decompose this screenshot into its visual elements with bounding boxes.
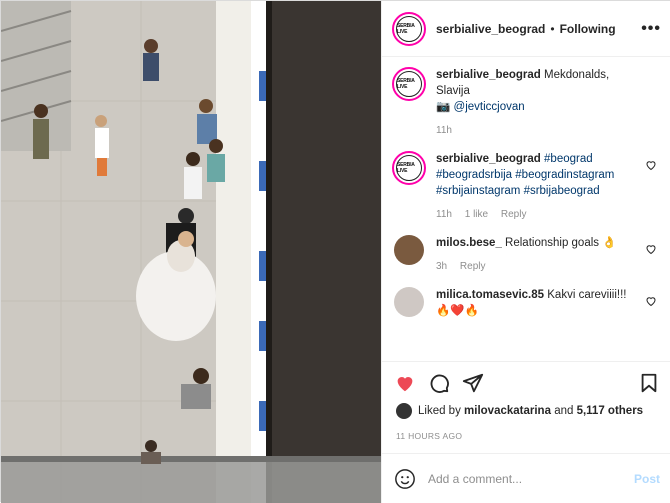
- wedding-photo-illustration: [1, 1, 381, 503]
- post-action-bar: [382, 361, 670, 403]
- comment-bubble-icon[interactable]: [428, 372, 450, 394]
- comment-username[interactable]: serbialive_beograd: [436, 153, 541, 165]
- post-comment-button[interactable]: Post: [634, 472, 660, 486]
- reply-button[interactable]: Reply: [460, 261, 486, 272]
- separator-dot: •: [550, 21, 555, 36]
- commenter-avatar[interactable]: [394, 287, 424, 317]
- author-avatar[interactable]: SERBIA LIVE: [392, 11, 426, 46]
- like-heart-icon[interactable]: [394, 372, 416, 394]
- comment-item: milica.tomasevic.85 Kakvi careviiii!!! 🔥…: [392, 287, 661, 319]
- commenter-avatar[interactable]: [394, 235, 424, 265]
- comment-item: SERBIA LIVE serbialive_beograd #beograd …: [392, 151, 661, 223]
- comment-input[interactable]: Add a comment...: [428, 472, 522, 486]
- photo-credit-link[interactable]: @jevticcjovan: [454, 101, 525, 113]
- comment-like-count[interactable]: 1 like: [465, 209, 488, 220]
- post-header: SERBIA LIVE serbialive_beograd • Followi…: [382, 1, 670, 57]
- more-options-icon[interactable]: •••: [641, 20, 661, 38]
- comment-item: milos.bese_ Relationship goals 👌 3h Repl…: [392, 235, 661, 275]
- caption-username[interactable]: serbialive_beograd: [436, 69, 541, 81]
- comment-text: Relationship goals 👌: [505, 237, 617, 249]
- likes-and: and: [554, 405, 574, 417]
- caption-time[interactable]: 11h: [436, 125, 452, 136]
- comment-username[interactable]: milos.bese_: [436, 237, 502, 249]
- comment-time[interactable]: 11h: [436, 209, 452, 220]
- liked-by-user[interactable]: milovackatarina: [464, 405, 551, 417]
- camera-icon: 📷: [436, 101, 451, 113]
- likes-summary: Liked by milovackatarina and 5,117 other…: [396, 403, 643, 419]
- reply-button[interactable]: Reply: [501, 209, 527, 220]
- emoji-smiley-icon[interactable]: [394, 468, 416, 490]
- liker-avatar[interactable]: [396, 403, 412, 419]
- comment-time[interactable]: 3h: [436, 261, 447, 272]
- author-username[interactable]: serbialive_beograd: [436, 22, 545, 36]
- serbia-live-logo: SERBIA LIVE: [396, 15, 422, 42]
- save-bookmark-icon[interactable]: [638, 372, 660, 394]
- comment-like-heart-icon[interactable]: [645, 295, 657, 307]
- serbia-live-logo: SERBIA LIVE: [396, 155, 422, 181]
- comment-like-heart-icon[interactable]: [645, 159, 657, 171]
- likes-others-count[interactable]: 5,117 others: [577, 405, 643, 417]
- post-side-panel: SERBIA LIVE serbialive_beograd • Followi…: [381, 1, 670, 503]
- comment-username[interactable]: milica.tomasevic.85: [436, 289, 544, 301]
- share-paper-plane-icon[interactable]: [462, 372, 484, 394]
- post-photo[interactable]: [1, 1, 381, 503]
- serbia-live-logo: SERBIA LIVE: [396, 71, 422, 97]
- following-button[interactable]: Following: [560, 22, 616, 36]
- comment-like-heart-icon[interactable]: [645, 243, 657, 255]
- add-comment-bar: Add a comment... Post: [382, 453, 670, 503]
- caption-avatar[interactable]: SERBIA LIVE: [392, 67, 426, 101]
- liked-by-prefix: Liked by: [418, 405, 461, 417]
- post-timestamp[interactable]: 11 HOURS AGO: [396, 431, 462, 441]
- instagram-post-window: SERBIA LIVE serbialive_beograd • Followi…: [0, 0, 670, 503]
- comment-avatar[interactable]: SERBIA LIVE: [392, 151, 426, 185]
- caption-item: SERBIA LIVE serbialive_beograd Mekdonald…: [392, 67, 661, 139]
- comments-list[interactable]: SERBIA LIVE serbialive_beograd Mekdonald…: [382, 57, 670, 359]
